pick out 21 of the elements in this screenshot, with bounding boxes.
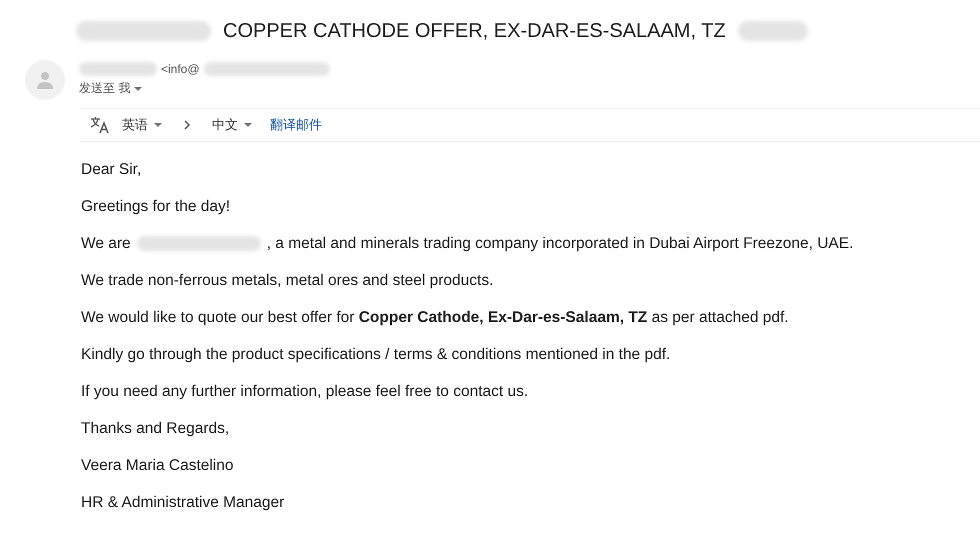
caret-icon[interactable] — [134, 86, 142, 90]
body-paragraph: If you need any further information, please feel free to contact us. — [81, 382, 530, 401]
body-paragraph: We would like to quote our best offer for Copper Cathode, Ex-Dar-es-Salaam, TZ as per attached pdf. — [81, 308, 790, 327]
body-text: We are — [81, 234, 131, 253]
target-language-dropdown[interactable]: 中文 — [208, 116, 256, 134]
body-paragraph: Dear Sir, — [81, 160, 142, 179]
body-paragraph: We trade non-ferrous metals, metal ores and steel products. — [81, 271, 494, 290]
body-paragraph: HR & Administrative Manager — [81, 493, 286, 512]
source-language-dropdown[interactable]: 英语 — [118, 116, 166, 134]
translate-icon — [90, 116, 110, 134]
body-paragraph: Thanks and Regards, — [81, 419, 230, 438]
body-text: , a metal and minerals trading company incorporated in Dubai Airport Freezone, UAE. — [266, 234, 854, 253]
translate-link[interactable]: 翻译邮件 — [270, 116, 322, 134]
email-subject: COPPER CATHODE OFFER, EX-DAR-ES-SALAAM, TZ — [223, 20, 726, 42]
body-paragraph: Veera Maria Castelino — [81, 456, 234, 475]
sender-email: <info@ — [161, 62, 200, 76]
recipient-label: 发送至 我 — [79, 80, 130, 97]
person-icon — [37, 71, 53, 89]
redacted-area — [738, 21, 808, 41]
body-paragraph: Greetings for the day! — [81, 197, 232, 216]
body-paragraph: Kindly go through the product specifications / terms & conditions mentioned in the pdf. — [81, 345, 672, 364]
